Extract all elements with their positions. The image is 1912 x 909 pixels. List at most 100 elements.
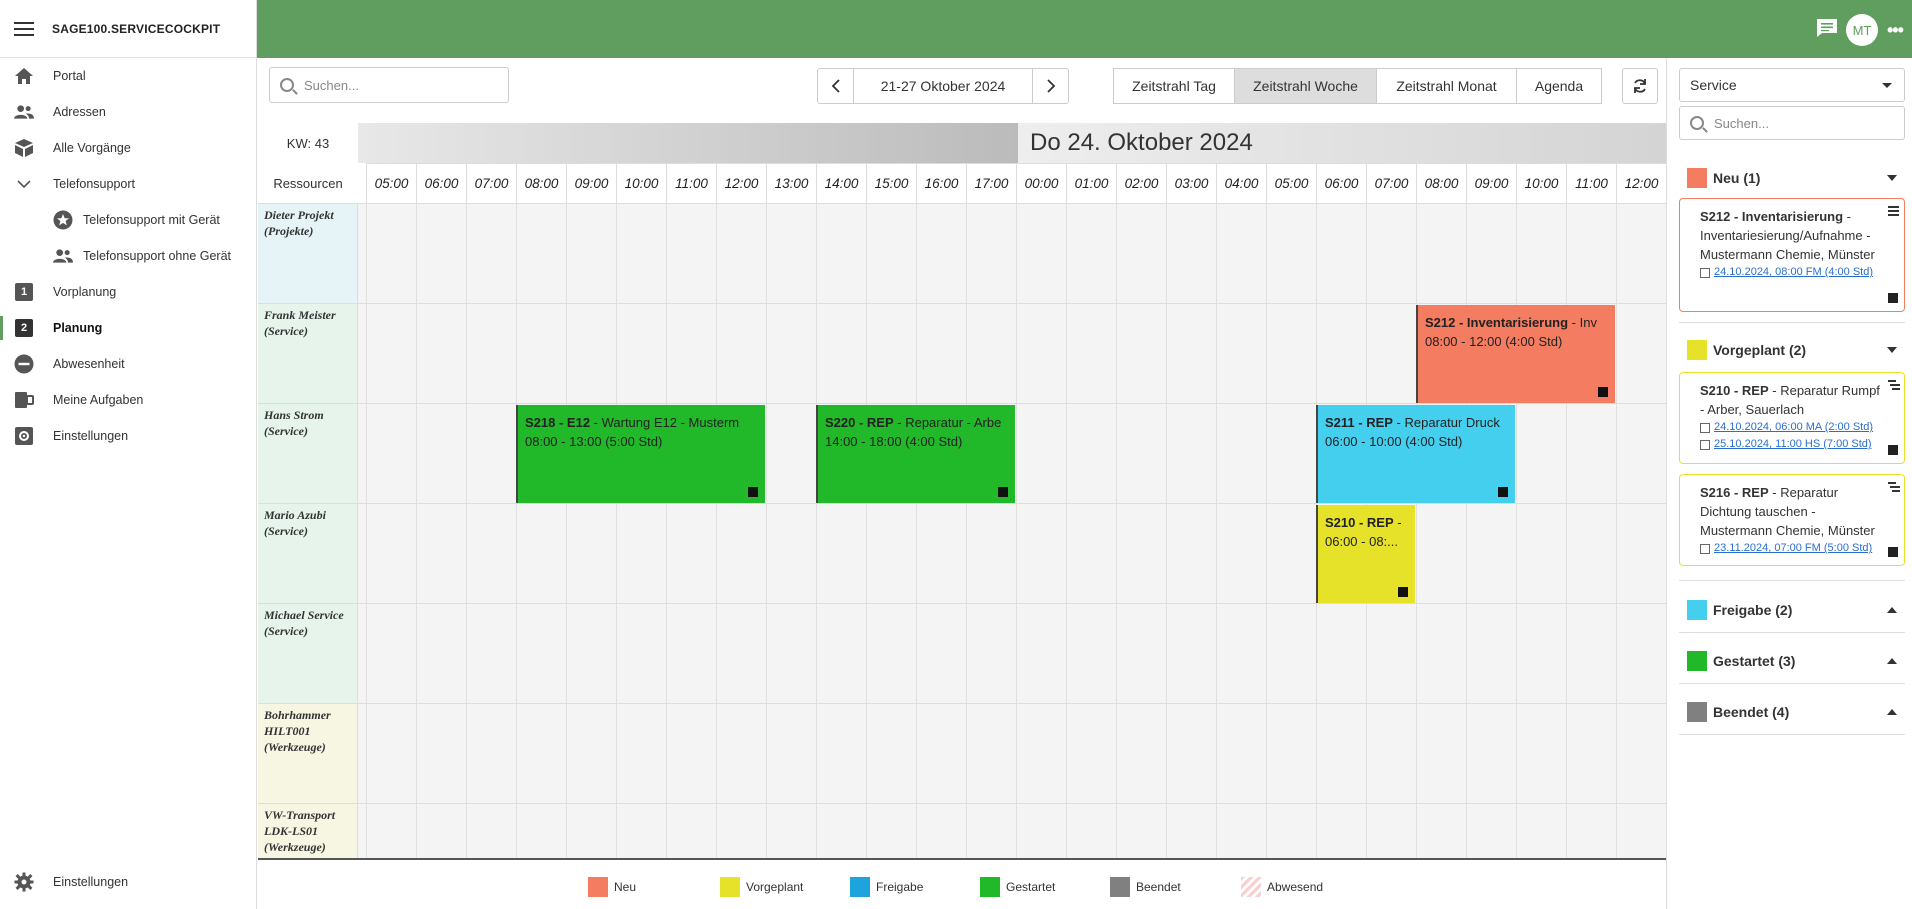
appointment-link[interactable]: 24.10.2024, 06:00 MA (2:00 Std) [1700,419,1884,436]
legend-swatch [1241,877,1261,897]
group-label: Vorgeplant (2) [1713,342,1807,358]
next-week-button[interactable] [1032,68,1069,104]
calendar-icon [1700,422,1710,433]
group-gestartet[interactable]: Gestartet (3) [1679,641,1905,681]
event-time: 14:00 - 18:00 (4:00 Std) [825,434,963,449]
event-time: 06:00 - 10:00 (4:00 Std) [1325,434,1463,449]
group-freigabe[interactable]: Freigabe (2) [1679,590,1905,630]
sidebar-item-telefonsupport[interactable]: Telefonsupport [0,170,257,198]
drag-handle-icon[interactable] [998,487,1008,497]
resource-timeline[interactable] [358,604,1666,704]
sidebar-item-portal[interactable]: Portal [0,62,257,90]
tab-zeitstrahl-woche[interactable]: Zeitstrahl Woche [1235,69,1377,103]
chevron-down-icon [14,174,34,194]
drag-handle-icon[interactable] [1398,587,1408,597]
tab-zeitstrahl-tag[interactable]: Zeitstrahl Tag [1114,69,1235,103]
legend-swatch [850,877,870,897]
refresh-button[interactable] [1622,68,1658,104]
hour-label: 06:00 [1316,163,1366,203]
event-id: S218 - E12 [525,415,591,430]
sidebar-footer-einstellungen[interactable]: Einstellungen [0,868,257,896]
tree-icon[interactable] [1888,482,1900,494]
sidebar-item-telefonsupport-mit-geraet[interactable]: Telefonsupport mit Gerät [0,206,257,234]
legend-label: Abwesend [1267,880,1324,894]
chat-icon[interactable] [1816,18,1838,37]
sidebar-item-adressen[interactable]: Adressen [0,98,257,126]
appointment-link[interactable]: 25.10.2024, 11:00 HS (7:00 Std) [1700,436,1884,453]
event-block[interactable]: S211 - REP - Reparatur Druck 06:00 - 10:0… [1316,405,1515,503]
panel-search-input[interactable] [1714,115,1874,131]
legend-item: Beendet [1110,877,1181,897]
task-card[interactable]: S210 - REP - Reparatur Rumpf - Arber, Sa… [1679,372,1905,464]
refresh-icon [1634,79,1646,93]
group-vorgeplant[interactable]: Vorgeplant (2) [1679,330,1905,370]
more-icon[interactable]: ••• [1887,20,1904,41]
drag-handle-icon[interactable] [1598,387,1608,397]
number-badge: 1 [15,283,33,301]
calendar-icon [1700,439,1710,450]
group-neu[interactable]: Neu (1) [1679,158,1905,198]
resource-row: Dieter Projekt (Projekte) [258,203,1666,304]
event-block[interactable]: S210 - REP - 06:00 - 08:... [1316,505,1415,603]
sidebar: SAGE100.SERVICECOCKPIT Portal Adressen A… [0,0,257,909]
legend-label: Vorgeplant [746,880,804,894]
appointment-link[interactable]: 24.10.2024, 08:00 FM (4:00 Std) [1700,264,1884,281]
calendar-search-box[interactable] [269,67,509,103]
task-card-title: S216 - REP [1700,485,1769,500]
date-range-display[interactable]: 21-27 Oktober 2024 [853,68,1033,104]
legend-item: Gestartet [980,877,1055,897]
sidebar-item-telefonsupport-ohne-geraet[interactable]: Telefonsupport ohne Gerät [0,242,257,270]
event-block[interactable]: S220 - REP - Reparatur - Arbe 14:00 - 18:… [816,405,1015,503]
resources-header: Ressourcen [273,175,343,191]
sidebar-item-vorplanung[interactable]: 1 Vorplanung [0,278,257,306]
drag-handle-icon[interactable] [1498,487,1508,497]
hamburger-menu-icon[interactable] [14,21,34,36]
hour-label: 14:00 [816,163,866,203]
panel-search-box[interactable] [1679,106,1905,140]
tree-icon[interactable] [1888,380,1900,392]
event-description: - Reparatur Druck [1392,415,1500,430]
sidebar-item-einstellungen[interactable]: Einstellungen [0,422,257,450]
resource-filter-select[interactable]: Service [1679,68,1905,102]
sidebar-item-meine-aufgaben[interactable]: Meine Aufgaben [0,386,257,414]
chevron-left-icon [831,79,840,93]
event-title-line: S210 - REP - [1325,513,1408,532]
sidebar-item-label: Planung [53,321,103,335]
user-avatar[interactable]: MT [1846,14,1878,46]
legend-label: Freigabe [876,880,924,894]
event-block[interactable]: S212 - Inventarisierung - Inv 08:00 - 12:… [1416,305,1615,403]
resource-timeline[interactable] [358,704,1666,804]
event-description: - Wartung E12 - Musterm [590,415,740,430]
drag-handle-icon[interactable] [1888,293,1898,303]
drag-handle-icon[interactable] [748,487,758,497]
status-color-swatch [1687,600,1707,620]
menu-icon[interactable] [1888,206,1899,218]
hour-label: 00:00 [1016,163,1066,203]
drag-handle-icon[interactable] [1888,547,1898,557]
hour-label: 11:00 [666,163,716,203]
legend-swatch [588,877,608,897]
group-beendet[interactable]: Beendet (4) [1679,692,1905,732]
tab-zeitstrahl-monat[interactable]: Zeitstrahl Monat [1377,69,1517,103]
task-card-text: S212 - Inventarisierung - Inventariesier… [1700,207,1884,264]
tab-agenda[interactable]: Agenda [1517,69,1601,103]
resource-timeline[interactable] [358,204,1666,304]
hour-label: 02:00 [1116,163,1166,203]
event-block[interactable]: S218 - E12 - Wartung E12 - Musterm 08:00 … [516,405,765,503]
sidebar-item-label: Telefonsupport [53,177,136,191]
task-card[interactable]: S212 - Inventarisierung - Inventariesier… [1679,198,1905,312]
sidebar-item-planung[interactable]: 2 Planung [0,314,257,342]
prev-week-button[interactable] [817,68,854,104]
drag-handle-icon[interactable] [1888,445,1898,455]
resource-timeline[interactable] [358,504,1666,604]
hour-label: 16:00 [916,163,966,203]
resource-timeline[interactable] [358,804,1666,858]
task-card[interactable]: S216 - REP - Reparatur Dichtung tauschen… [1679,474,1905,566]
event-time: 08:00 - 12:00 (4:00 Std) [1425,334,1563,349]
appointment-link[interactable]: 23.11.2024, 07:00 FM (5:00 Std) [1700,540,1884,557]
sidebar-item-alle-vorgaenge[interactable]: Alle Vorgänge [0,134,257,162]
calendar-search-input[interactable] [304,77,464,93]
sidebar-item-abwesenheit[interactable]: Abwesenheit [0,350,257,378]
task-card-title: S212 - Inventarisierung [1700,209,1844,224]
event-id: S212 - Inventarisierung [1425,315,1569,330]
